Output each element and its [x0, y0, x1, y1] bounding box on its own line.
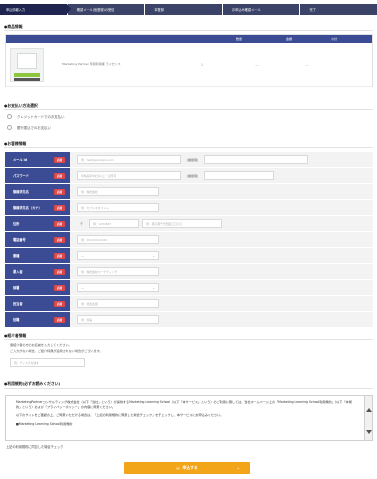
chevron-down-icon: ⌄: [236, 465, 240, 470]
form-row-title: 役職 必須 例：部長: [5, 312, 373, 328]
dept-select[interactable]: — ⌄: [77, 283, 159, 292]
form-row-name: 担当者 必須 例：担当太郎: [5, 296, 373, 312]
company-input[interactable]: 例：株式会社: [77, 187, 159, 196]
step-input: 申込情報入力: [0, 4, 71, 15]
required-badge: 必須: [53, 173, 65, 179]
industry-select[interactable]: — ⌄: [77, 251, 159, 260]
customer-form: メール id 必須 例：test@example.com (確認用) パスワード必…: [5, 152, 373, 328]
form-row-address: 住所 必須 〒 例：1234567 例：東京都千代田区〇〇〇〇: [5, 216, 373, 232]
company-kana-input[interactable]: 例：カブシキガイシャ: [77, 203, 159, 212]
agree-label: 上記の利用規約に同意した場合チェック: [6, 445, 64, 449]
step-complete: 完了: [300, 4, 377, 15]
terms-paragraph: ■Marketing Learning School利用規約: [16, 421, 73, 426]
radio-button[interactable]: [7, 125, 12, 130]
required-badge: 必須: [53, 157, 65, 163]
required-badge: 必須: [53, 269, 65, 275]
terms-scrollbar[interactable]: [365, 395, 373, 441]
terms-section-title: ●利用規約(必ずお読みください): [4, 381, 61, 386]
chevron-down-icon: ⌄: [152, 253, 155, 258]
product-qty: 1: [200, 62, 204, 67]
form-row-password: パスワード 必須 半角英字8文字以上・記号可 (確認用): [5, 168, 373, 184]
divider: [4, 388, 373, 389]
product-name: Marketing Partner 年間利用権 ライセンス: [62, 62, 121, 66]
form-row-dept: 部署 必須 — ⌄: [5, 280, 373, 296]
product-subtotal: —: [305, 62, 309, 67]
terms-paragraph: 以下のサイトをご確認の上、ご同意いただける場合は、「上記の利用規約に同意した場合…: [16, 413, 224, 418]
required-badge: 必須: [53, 301, 65, 307]
terms-paragraph: MarketingPartnerコンサルティング株式会社（以下「当社」という）が…: [16, 400, 352, 410]
name-input[interactable]: 例：担当太郎: [77, 299, 159, 308]
email-confirm-input[interactable]: [204, 155, 309, 164]
progress-steps: 申込情報入力 確認メール(仮登録)の受信 本登録 お申込み確認メール 完了: [0, 4, 377, 15]
form-row-industry: 業種 必須 — ⌄: [5, 248, 373, 264]
address-input[interactable]: 例：東京都千代田区〇〇〇〇: [142, 219, 223, 228]
required-badge: 必須: [53, 205, 65, 211]
terms-box[interactable]: MarketingPartnerコンサルティング株式会社（以下「当社」という）が…: [5, 395, 365, 441]
form-row-company: 御請求先名 必須 例：株式会社: [5, 184, 373, 200]
product-price: —: [255, 62, 259, 67]
password-input[interactable]: 半角英字8文字以上・記号可: [77, 171, 181, 180]
form-row-company-kana: 御請求先名（カナ） 必須 例：カブシキガイシャ: [5, 200, 373, 216]
required-badge: 必須: [53, 221, 65, 227]
required-badge: 必須: [53, 285, 65, 291]
divider: [4, 109, 373, 110]
phone-input[interactable]: 例：03-XXXX-XXXX: [77, 235, 159, 244]
divider: [4, 339, 373, 340]
agree-checkbox-row[interactable]: 上記の利用規約に同意した場合チェック: [6, 444, 63, 449]
form-row-employees: 導入者 必須 例：株式会社マーケティング: [5, 264, 373, 280]
scroll-up-icon[interactable]: [366, 408, 372, 412]
required-badge: 必須: [53, 189, 65, 195]
step-confirm: お申込み確認メール: [222, 4, 301, 15]
payment-option-bank[interactable]: 銀行振込でのお支払い: [7, 125, 51, 130]
payment-option-credit[interactable]: クレジットカードでのお支払い: [7, 114, 64, 119]
radio-button[interactable]: [7, 114, 12, 119]
chevron-down-icon: ⌄: [152, 285, 155, 290]
product-row: Marketing Partner 年間利用権 ライセンス 1 — —: [6, 43, 372, 87]
mail-icon: ✉: [176, 465, 180, 471]
required-badge: 必須: [53, 253, 65, 259]
form-row-phone: 電話番号 必須 例：03-XXXX-XXXX: [5, 232, 373, 248]
product-thumbnail: [10, 47, 44, 82]
zip-input[interactable]: 例：1234567: [89, 219, 140, 228]
product-table-header: 数量 金額 小計: [6, 35, 372, 43]
referrer-hint: ご入力がない場合、ご紹介特典が適用されない場合がございます。: [10, 349, 103, 353]
divider: [4, 30, 373, 31]
required-badge: 必須: [53, 317, 65, 323]
form-row-email: メール id 必須 例：test@example.com (確認用): [5, 152, 373, 168]
password-confirm-input[interactable]: [204, 171, 275, 180]
required-badge: 必須: [53, 237, 65, 243]
email-input[interactable]: 例：test@example.com: [77, 155, 181, 164]
step-register: 本登録: [145, 4, 223, 15]
scroll-down-icon[interactable]: [366, 430, 372, 434]
title-input[interactable]: 例：部長: [77, 315, 159, 324]
product-table: 数量 金額 小計 Marketing Partner 年間利用権 ライセンス 1…: [5, 34, 373, 87]
employees-input[interactable]: 例：株式会社マーケティング: [77, 267, 159, 276]
submit-button[interactable]: ✉ 申込する ⌄: [124, 462, 250, 474]
divider: [4, 147, 373, 148]
step-confirm-mail: 確認メール(仮登録)の受信: [67, 4, 146, 15]
referrer-input[interactable]: 例：ディスクを通す: [10, 358, 85, 367]
